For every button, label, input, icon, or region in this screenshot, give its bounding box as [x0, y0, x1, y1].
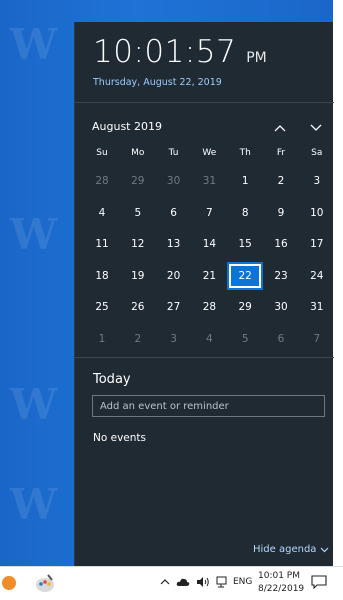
chevron-down-icon[interactable]: [306, 118, 326, 138]
calendar-day[interactable]: 6: [156, 199, 192, 227]
calendar-day[interactable]: 5: [227, 325, 263, 353]
calendar-day[interactable]: 9: [263, 199, 299, 227]
calendar-day-today[interactable]: 22: [227, 261, 264, 290]
system-tray: [160, 576, 230, 588]
clock-ampm: PM: [246, 50, 267, 66]
taskbar-date: 8/22/2019: [258, 584, 305, 594]
hide-agenda-label: Hide agenda: [253, 544, 317, 555]
no-events-text: No events: [93, 432, 146, 444]
calendar-day[interactable]: 12: [120, 230, 156, 258]
taskbar-time: 10:01 PM: [258, 571, 300, 581]
calendar-day[interactable]: 14: [191, 230, 227, 258]
full-date-link[interactable]: Thursday, August 22, 2019: [93, 77, 222, 88]
calendar-day[interactable]: 30: [263, 293, 299, 321]
clock-calendar-flyout: 10:01:57 PM Thursday, August 22, 2019 Au…: [74, 22, 335, 566]
calendar-day[interactable]: 25: [84, 293, 120, 321]
calendar-day[interactable]: 19: [120, 262, 156, 290]
divider: [75, 102, 334, 103]
calendar-day[interactable]: 29: [120, 167, 156, 195]
watermark-logo: W: [10, 20, 58, 69]
calendar-day[interactable]: 4: [191, 325, 227, 353]
watermark-logo: W: [10, 210, 58, 259]
hide-agenda-button[interactable]: Hide agenda: [253, 544, 329, 555]
calendar-day[interactable]: 7: [191, 199, 227, 227]
calendar-day[interactable]: 17: [299, 230, 335, 258]
calendar-day[interactable]: 21: [191, 262, 227, 290]
weekday-label: Fr: [276, 148, 286, 158]
calendar-day[interactable]: 3: [299, 167, 335, 195]
calendar-day[interactable]: 8: [227, 199, 263, 227]
weekday-label: Sa: [311, 148, 323, 158]
calendar-day[interactable]: 13: [156, 230, 192, 258]
calendar-day[interactable]: 1: [84, 325, 120, 353]
weekday-label: We: [202, 148, 217, 158]
calendar-day[interactable]: 20: [156, 262, 192, 290]
notifications-icon[interactable]: [311, 575, 327, 589]
chevron-down-icon: [320, 547, 329, 552]
calendar-day[interactable]: 2: [120, 325, 156, 353]
calendar-day[interactable]: 29: [227, 293, 263, 321]
calendar-day[interactable]: 3: [156, 325, 192, 353]
network-icon[interactable]: [216, 576, 230, 588]
calendar-day[interactable]: 1: [227, 167, 263, 195]
calendar-day[interactable]: 16: [263, 230, 299, 258]
weekday-label: Mo: [131, 148, 145, 158]
calendar-day[interactable]: 31: [299, 293, 335, 321]
calendar-day[interactable]: 6: [263, 325, 299, 353]
calendar-day[interactable]: 23: [263, 262, 299, 290]
calendar-day[interactable]: 30: [156, 167, 192, 195]
month-header: August 2019: [92, 118, 328, 138]
calendar-day[interactable]: 27: [156, 293, 192, 321]
calendar-day[interactable]: 5: [120, 199, 156, 227]
taskbar-clock[interactable]: 10:01 PM 8/22/2019: [258, 570, 305, 596]
calendar-day[interactable]: 26: [120, 293, 156, 321]
calendar-day[interactable]: 28: [191, 293, 227, 321]
weekday-label: Tu: [168, 148, 179, 158]
calendar-day[interactable]: 18: [84, 262, 120, 290]
divider: [75, 357, 334, 358]
paint-app-icon[interactable]: [34, 573, 56, 595]
agenda-title: Today: [93, 372, 131, 387]
clock-time: 10:01:57: [93, 34, 237, 70]
calendar-day[interactable]: 28: [84, 167, 120, 195]
calendar-day[interactable]: 4: [84, 199, 120, 227]
calendar-day[interactable]: 11: [84, 230, 120, 258]
time-display: 10:01:57 PM: [93, 34, 267, 70]
add-event-input[interactable]: [92, 395, 325, 417]
watermark-logo: W: [10, 480, 58, 529]
watermark-logo: W: [10, 380, 58, 429]
calendar-day[interactable]: 2: [263, 167, 299, 195]
chevron-up-icon[interactable]: [270, 118, 290, 138]
input-language[interactable]: ENG: [233, 577, 252, 587]
weekday-label: Th: [239, 148, 251, 158]
cloud-icon[interactable]: [176, 577, 190, 587]
weekday-label: Su: [96, 148, 108, 158]
calendar-day[interactable]: 24: [299, 262, 335, 290]
taskbar: ENG 10:01 PM 8/22/2019: [0, 566, 343, 600]
chevron-up-icon[interactable]: [160, 578, 170, 586]
calendar-day[interactable]: 7: [299, 325, 335, 353]
volume-icon[interactable]: [196, 576, 210, 588]
calendar-day[interactable]: 15: [227, 230, 263, 258]
calendar-day[interactable]: 10: [299, 199, 335, 227]
month-label[interactable]: August 2019: [92, 120, 162, 133]
app-icon[interactable]: [2, 576, 16, 590]
calendar-day[interactable]: 31: [191, 167, 227, 195]
